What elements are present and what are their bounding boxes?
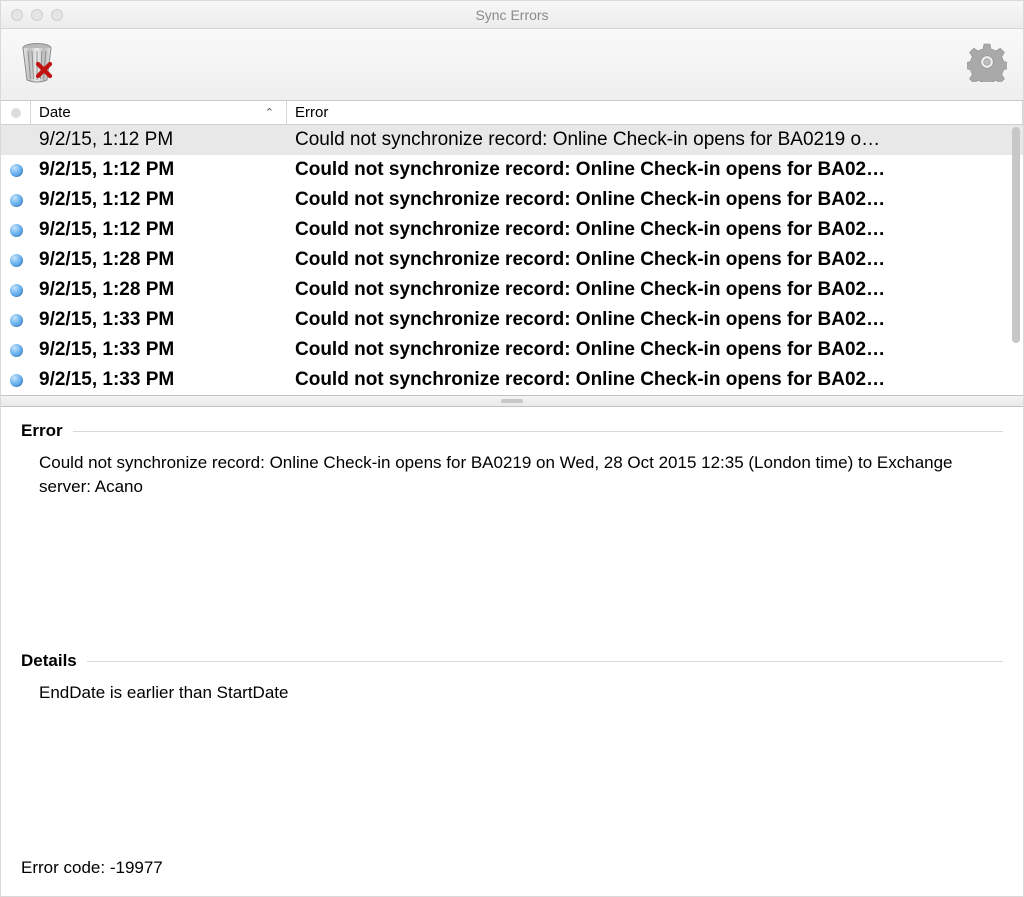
row-date-cell: 9/2/15, 1:12 PM: [31, 159, 287, 181]
row-status-cell: [1, 164, 31, 177]
scrollbar-thumb[interactable]: [1012, 127, 1020, 343]
spacer: [21, 525, 1003, 652]
row-error-cell: Could not synchronize record: Online Che…: [287, 369, 1023, 391]
column-header-label: Error: [295, 104, 328, 121]
detail-section-label: Details: [21, 651, 77, 671]
unread-dot-icon: [10, 194, 23, 207]
column-header-date[interactable]: Date ⌃: [31, 101, 287, 124]
toolbar: [1, 29, 1023, 101]
row-status-cell: [1, 224, 31, 237]
row-date-cell: 9/2/15, 1:12 PM: [31, 129, 287, 151]
unread-dot-icon: [10, 224, 23, 237]
row-status-cell: [1, 254, 31, 267]
close-window-button[interactable]: [11, 9, 23, 21]
sync-errors-window: Sync Errors: [0, 0, 1024, 897]
table-row[interactable]: 9/2/15, 1:33 PMCould not synchronize rec…: [1, 365, 1023, 395]
row-date-cell: 9/2/15, 1:33 PM: [31, 369, 287, 391]
error-code-value: -19977: [110, 858, 163, 877]
row-status-cell: [1, 344, 31, 357]
vertical-scrollbar[interactable]: [1011, 125, 1021, 395]
minimize-window-button[interactable]: [31, 9, 43, 21]
detail-error-text: Could not synchronize record: Online Che…: [21, 451, 1003, 499]
row-error-cell: Could not synchronize record: Online Che…: [287, 249, 1023, 271]
trash-x-icon: [17, 40, 57, 89]
row-status-cell: [1, 194, 31, 207]
table-row[interactable]: 9/2/15, 1:12 PMCould not synchronize rec…: [1, 155, 1023, 185]
row-error-cell: Could not synchronize record: Online Che…: [287, 129, 1023, 151]
sort-ascending-icon: ⌃: [265, 106, 274, 119]
table-row[interactable]: 9/2/15, 1:12 PMCould not synchronize rec…: [1, 125, 1023, 155]
unread-dot-icon: [10, 254, 23, 267]
row-error-cell: Could not synchronize record: Online Che…: [287, 339, 1023, 361]
row-error-cell: Could not synchronize record: Online Che…: [287, 219, 1023, 241]
table-header-row: Date ⌃ Error: [1, 101, 1023, 125]
table-row[interactable]: 9/2/15, 1:33 PMCould not synchronize rec…: [1, 335, 1023, 365]
row-status-cell: [1, 374, 31, 387]
error-table: 9/2/15, 1:12 PMCould not synchronize rec…: [1, 125, 1023, 395]
table-row[interactable]: 9/2/15, 1:33 PMCould not synchronize rec…: [1, 305, 1023, 335]
unread-dot-icon: [10, 344, 23, 357]
zoom-window-button[interactable]: [51, 9, 63, 21]
detail-section-error: Error Could not synchronize record: Onli…: [21, 421, 1003, 499]
row-status-cell: [1, 284, 31, 297]
error-code-label: Error code:: [21, 858, 105, 877]
table-row[interactable]: 9/2/15, 1:28 PMCould not synchronize rec…: [1, 275, 1023, 305]
unread-dot-icon: [10, 284, 23, 297]
row-error-cell: Could not synchronize record: Online Che…: [287, 309, 1023, 331]
splitter-grip-icon: [501, 399, 523, 403]
detail-section-label: Error: [21, 421, 63, 441]
unread-dot-icon: [10, 374, 23, 387]
table-row[interactable]: 9/2/15, 1:12 PMCould not synchronize rec…: [1, 185, 1023, 215]
divider: [87, 661, 1003, 662]
delete-error-button[interactable]: [15, 43, 59, 87]
horizontal-splitter[interactable]: [1, 395, 1023, 407]
status-dot-icon: [11, 108, 21, 118]
detail-pane: Error Could not synchronize record: Onli…: [1, 407, 1023, 896]
titlebar: Sync Errors: [1, 1, 1023, 29]
row-error-cell: Could not synchronize record: Online Che…: [287, 279, 1023, 301]
row-error-cell: Could not synchronize record: Online Che…: [287, 189, 1023, 211]
unread-dot-icon: [10, 164, 23, 177]
row-status-cell: [1, 314, 31, 327]
detail-section-details: Details EndDate is earlier than StartDat…: [21, 651, 1003, 705]
row-date-cell: 9/2/15, 1:12 PM: [31, 189, 287, 211]
window-title: Sync Errors: [1, 7, 1023, 23]
table-row[interactable]: 9/2/15, 1:12 PMCould not synchronize rec…: [1, 215, 1023, 245]
column-header-error[interactable]: Error: [287, 101, 1023, 124]
column-header-status[interactable]: [1, 101, 31, 124]
column-header-label: Date: [39, 104, 71, 121]
traffic-lights: [1, 9, 63, 21]
unread-dot-icon: [10, 314, 23, 327]
row-date-cell: 9/2/15, 1:28 PM: [31, 279, 287, 301]
settings-button[interactable]: [965, 43, 1009, 87]
divider: [73, 431, 1003, 432]
table-row[interactable]: 9/2/15, 1:28 PMCould not synchronize rec…: [1, 245, 1023, 275]
detail-details-text: EndDate is earlier than StartDate: [21, 681, 1003, 705]
table-scroll-area: 9/2/15, 1:12 PMCould not synchronize rec…: [1, 125, 1023, 395]
row-date-cell: 9/2/15, 1:33 PM: [31, 339, 287, 361]
error-code: Error code: -19977: [21, 858, 1003, 878]
row-date-cell: 9/2/15, 1:28 PM: [31, 249, 287, 271]
spacer: [21, 731, 1003, 858]
row-date-cell: 9/2/15, 1:12 PM: [31, 219, 287, 241]
row-date-cell: 9/2/15, 1:33 PM: [31, 309, 287, 331]
row-error-cell: Could not synchronize record: Online Che…: [287, 159, 1023, 181]
gear-icon: [967, 42, 1007, 87]
